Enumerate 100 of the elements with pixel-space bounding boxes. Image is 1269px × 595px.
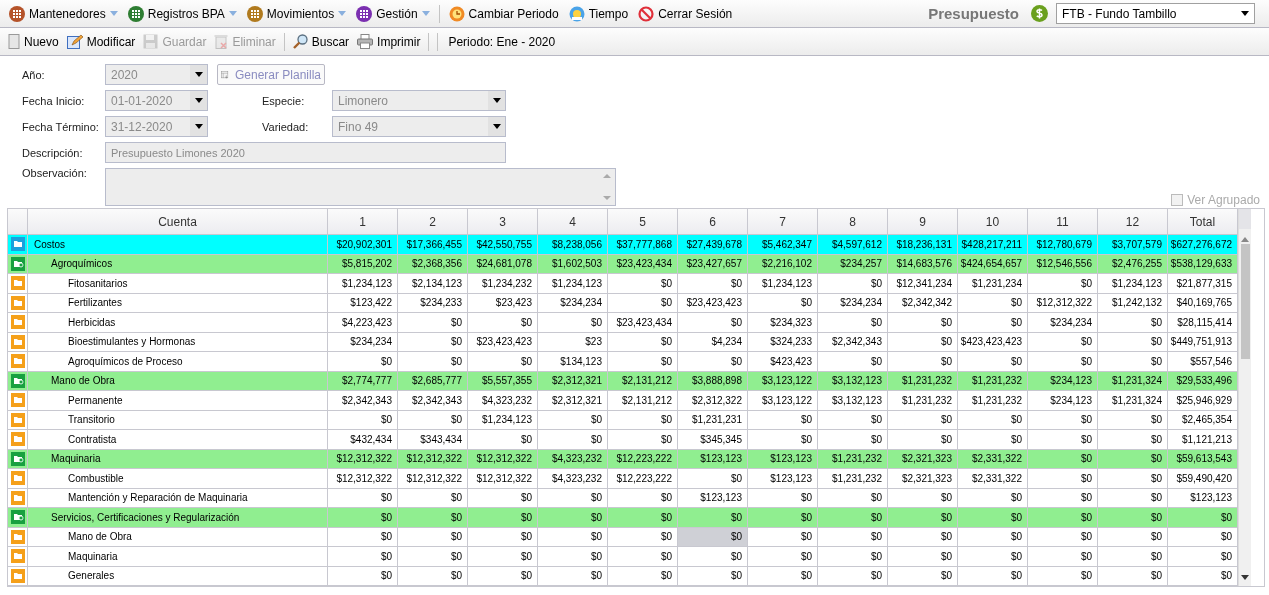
amount-cell[interactable]: $0 xyxy=(468,508,538,528)
table-row[interactable]: Herbicidas $4,223,423 $0 $0 $0 $23,423,434 $0 $234,323 $0 $0 $0 $234,234 $0 $28,115,414 xyxy=(8,313,1238,333)
amount-cell[interactable]: $123,123 xyxy=(748,469,818,489)
amount-cell[interactable]: $42,550,755 xyxy=(468,235,538,255)
amount-cell[interactable]: $0 xyxy=(1028,469,1098,489)
observation-field[interactable] xyxy=(105,168,616,206)
amount-cell[interactable]: $1,234,123 xyxy=(538,274,608,294)
menu-item[interactable]: Mantenedores xyxy=(6,2,121,25)
amount-cell[interactable]: $0 xyxy=(1098,547,1168,567)
amount-cell[interactable]: $0 xyxy=(398,508,468,528)
amount-cell[interactable]: $0 xyxy=(748,566,818,586)
amount-cell[interactable]: $8,238,056 xyxy=(538,235,608,255)
amount-cell[interactable]: $0 xyxy=(818,430,888,450)
amount-cell[interactable]: $2,134,123 xyxy=(398,274,468,294)
amount-cell[interactable]: $0 xyxy=(958,566,1028,586)
amount-cell[interactable]: $134,123 xyxy=(538,352,608,372)
amount-cell[interactable]: $432,434 xyxy=(328,430,398,450)
amount-cell[interactable]: $1,234,232 xyxy=(468,274,538,294)
table-row[interactable]: Maquinaria $12,312,322 $12,312,322 $12,312,322 $4,323,232 $12,223,222 $123,123 $123,123 $1,231,232 $2,321,323 $2,331,322 $0 $0 $59,613,543 xyxy=(8,449,1238,469)
amount-cell[interactable]: $2,312,321 xyxy=(538,391,608,411)
column-header[interactable]: 6 xyxy=(678,209,748,235)
table-row[interactable]: Costos $20,902,301 $17,366,455 $42,550,755 $8,238,056 $37,777,868 $27,439,678 $5,462,347 $4,597,612 $18,236,131 $428,217,211 $12,780,679 $3,707,579 $627,276,672 xyxy=(8,235,1238,255)
amount-cell[interactable]: $3,132,123 xyxy=(818,391,888,411)
amount-cell[interactable]: $12,341,234 xyxy=(888,274,958,294)
amount-cell[interactable]: $1,234,123 xyxy=(748,274,818,294)
amount-cell[interactable]: $12,780,679 xyxy=(1028,235,1098,255)
amount-cell[interactable]: $0 xyxy=(1098,313,1168,333)
column-header[interactable]: 2 xyxy=(398,209,468,235)
amount-cell[interactable]: $3,707,579 xyxy=(1098,235,1168,255)
amount-cell[interactable]: $2,342,343 xyxy=(398,391,468,411)
table-row[interactable]: Transitorio $0 $0 $1,234,123 $0 $0 $1,231,231 $0 $0 $0 $0 $0 $0 $2,465,354 xyxy=(8,410,1238,430)
amount-cell[interactable]: $0 xyxy=(888,508,958,528)
table-row[interactable]: Servicios, Certificaciones y Regularización $0 $0 $0 $0 $0 $0 $0 $0 $0 $0 $0 $0 $0 xyxy=(8,508,1238,528)
amount-cell[interactable]: $0 xyxy=(468,547,538,567)
amount-cell[interactable]: $12,223,222 xyxy=(608,469,678,489)
table-row[interactable]: Mano de Obra $2,774,777 $2,685,777 $5,557,355 $2,312,321 $2,131,212 $3,888,898 $3,123,122 $3,132,123 $1,231,232 $1,231,232 $234,123 $1,231,324 $29,533,496 xyxy=(8,371,1238,391)
amount-cell[interactable]: $4,223,423 xyxy=(328,313,398,333)
menu-item[interactable]: Cambiar Periodo xyxy=(445,2,562,25)
menu-item[interactable]: Tiempo xyxy=(565,2,632,25)
amount-cell[interactable]: $0 xyxy=(748,508,818,528)
amount-cell[interactable]: $0 xyxy=(608,566,678,586)
column-header[interactable]: 7 xyxy=(748,209,818,235)
amount-cell[interactable]: $0 xyxy=(818,508,888,528)
amount-cell[interactable]: $0 xyxy=(958,508,1028,528)
table-row[interactable]: Fertilizantes $123,422 $234,233 $23,423 $234,234 $0 $23,423,423 $0 $234,234 $2,342,342 $0 $12,312,322 $1,242,132 $40,169,765 xyxy=(8,293,1238,313)
amount-cell[interactable]: $0 xyxy=(1098,566,1168,586)
amount-cell[interactable]: $0 xyxy=(888,547,958,567)
amount-cell[interactable]: $0 xyxy=(398,566,468,586)
table-row[interactable]: Bioestimulantes y Hormonas $234,234 $0 $23,423,423 $23 $0 $4,234 $324,233 $2,342,343 $0 $423,423,423 $0 $0 $449,751,913 xyxy=(8,332,1238,352)
amount-cell[interactable]: $0 xyxy=(818,566,888,586)
amount-cell[interactable]: $0 xyxy=(888,313,958,333)
toolbar-button[interactable]: Nuevo xyxy=(6,34,61,49)
scrollbar[interactable] xyxy=(1238,209,1251,586)
table-row[interactable]: Mantención y Reparación de Maquinaria $0 $0 $0 $0 $0 $123,123 $0 $0 $0 $0 $0 $0 $123,123 xyxy=(8,488,1238,508)
menu-item[interactable]: Gestión xyxy=(353,2,433,25)
amount-cell[interactable]: $20,902,301 xyxy=(328,235,398,255)
amount-cell[interactable]: $428,217,211 xyxy=(958,235,1028,255)
amount-cell[interactable]: $23,423,434 xyxy=(608,313,678,333)
amount-cell[interactable]: $0 xyxy=(888,566,958,586)
amount-cell[interactable]: $0 xyxy=(1098,352,1168,372)
amount-cell[interactable]: $234,234 xyxy=(1028,313,1098,333)
amount-cell[interactable]: $2,331,322 xyxy=(958,469,1028,489)
amount-cell[interactable]: $0 xyxy=(1028,547,1098,567)
amount-cell[interactable]: $0 xyxy=(398,547,468,567)
amount-cell[interactable]: $423,423 xyxy=(748,352,818,372)
table-row[interactable]: Agroquímicos $5,815,202 $2,368,356 $24,681,078 $1,602,503 $23,423,434 $23,427,657 $2,216,102 $234,257 $14,683,576 $424,654,657 $12,546,556 $2,476,255 $538,129,633 xyxy=(8,254,1238,274)
column-header[interactable]: 9 xyxy=(888,209,958,235)
amount-cell[interactable]: $0 xyxy=(748,547,818,567)
amount-cell[interactable]: $0 xyxy=(818,313,888,333)
amount-cell[interactable]: $345,345 xyxy=(678,430,748,450)
column-header[interactable]: 8 xyxy=(818,209,888,235)
amount-cell[interactable]: $17,366,455 xyxy=(398,235,468,255)
amount-cell[interactable]: $0 xyxy=(538,566,608,586)
amount-cell[interactable]: $0 xyxy=(678,469,748,489)
amount-cell[interactable]: $1,231,232 xyxy=(958,391,1028,411)
amount-cell[interactable]: $0 xyxy=(468,430,538,450)
amount-cell[interactable]: $0 xyxy=(328,547,398,567)
amount-cell[interactable]: $0 xyxy=(678,313,748,333)
amount-cell[interactable]: $0 xyxy=(1028,430,1098,450)
table-row[interactable]: Agroquímicos de Proceso $0 $0 $0 $134,123 $0 $0 $423,423 $0 $0 $0 $0 $0 $557,546 xyxy=(8,352,1238,372)
toolbar-button[interactable]: Buscar xyxy=(290,34,352,49)
amount-cell[interactable]: $0 xyxy=(958,547,1028,567)
table-row[interactable]: Maquinaria $0 $0 $0 $0 $0 $0 $0 $0 $0 $0 $0 $0 $0 xyxy=(8,547,1238,567)
amount-cell[interactable]: $234,123 xyxy=(1028,391,1098,411)
amount-cell[interactable]: $0 xyxy=(1098,469,1168,489)
amount-cell[interactable]: $0 xyxy=(958,313,1028,333)
column-header[interactable]: 5 xyxy=(608,209,678,235)
amount-cell[interactable]: $0 xyxy=(1098,508,1168,528)
amount-cell[interactable]: $2,342,343 xyxy=(328,391,398,411)
amount-cell[interactable]: $27,439,678 xyxy=(678,235,748,255)
amount-cell[interactable]: $0 xyxy=(608,352,678,372)
amount-cell[interactable]: $0 xyxy=(468,352,538,372)
amount-cell[interactable]: $5,462,347 xyxy=(748,235,818,255)
column-header[interactable]: 3 xyxy=(468,209,538,235)
amount-cell[interactable]: $0 xyxy=(888,430,958,450)
amount-cell[interactable]: $0 xyxy=(608,547,678,567)
amount-cell[interactable]: $0 xyxy=(958,430,1028,450)
amount-cell[interactable]: $1,234,123 xyxy=(328,274,398,294)
amount-cell[interactable]: $1,231,232 xyxy=(818,469,888,489)
amount-cell[interactable]: $37,777,868 xyxy=(608,235,678,255)
